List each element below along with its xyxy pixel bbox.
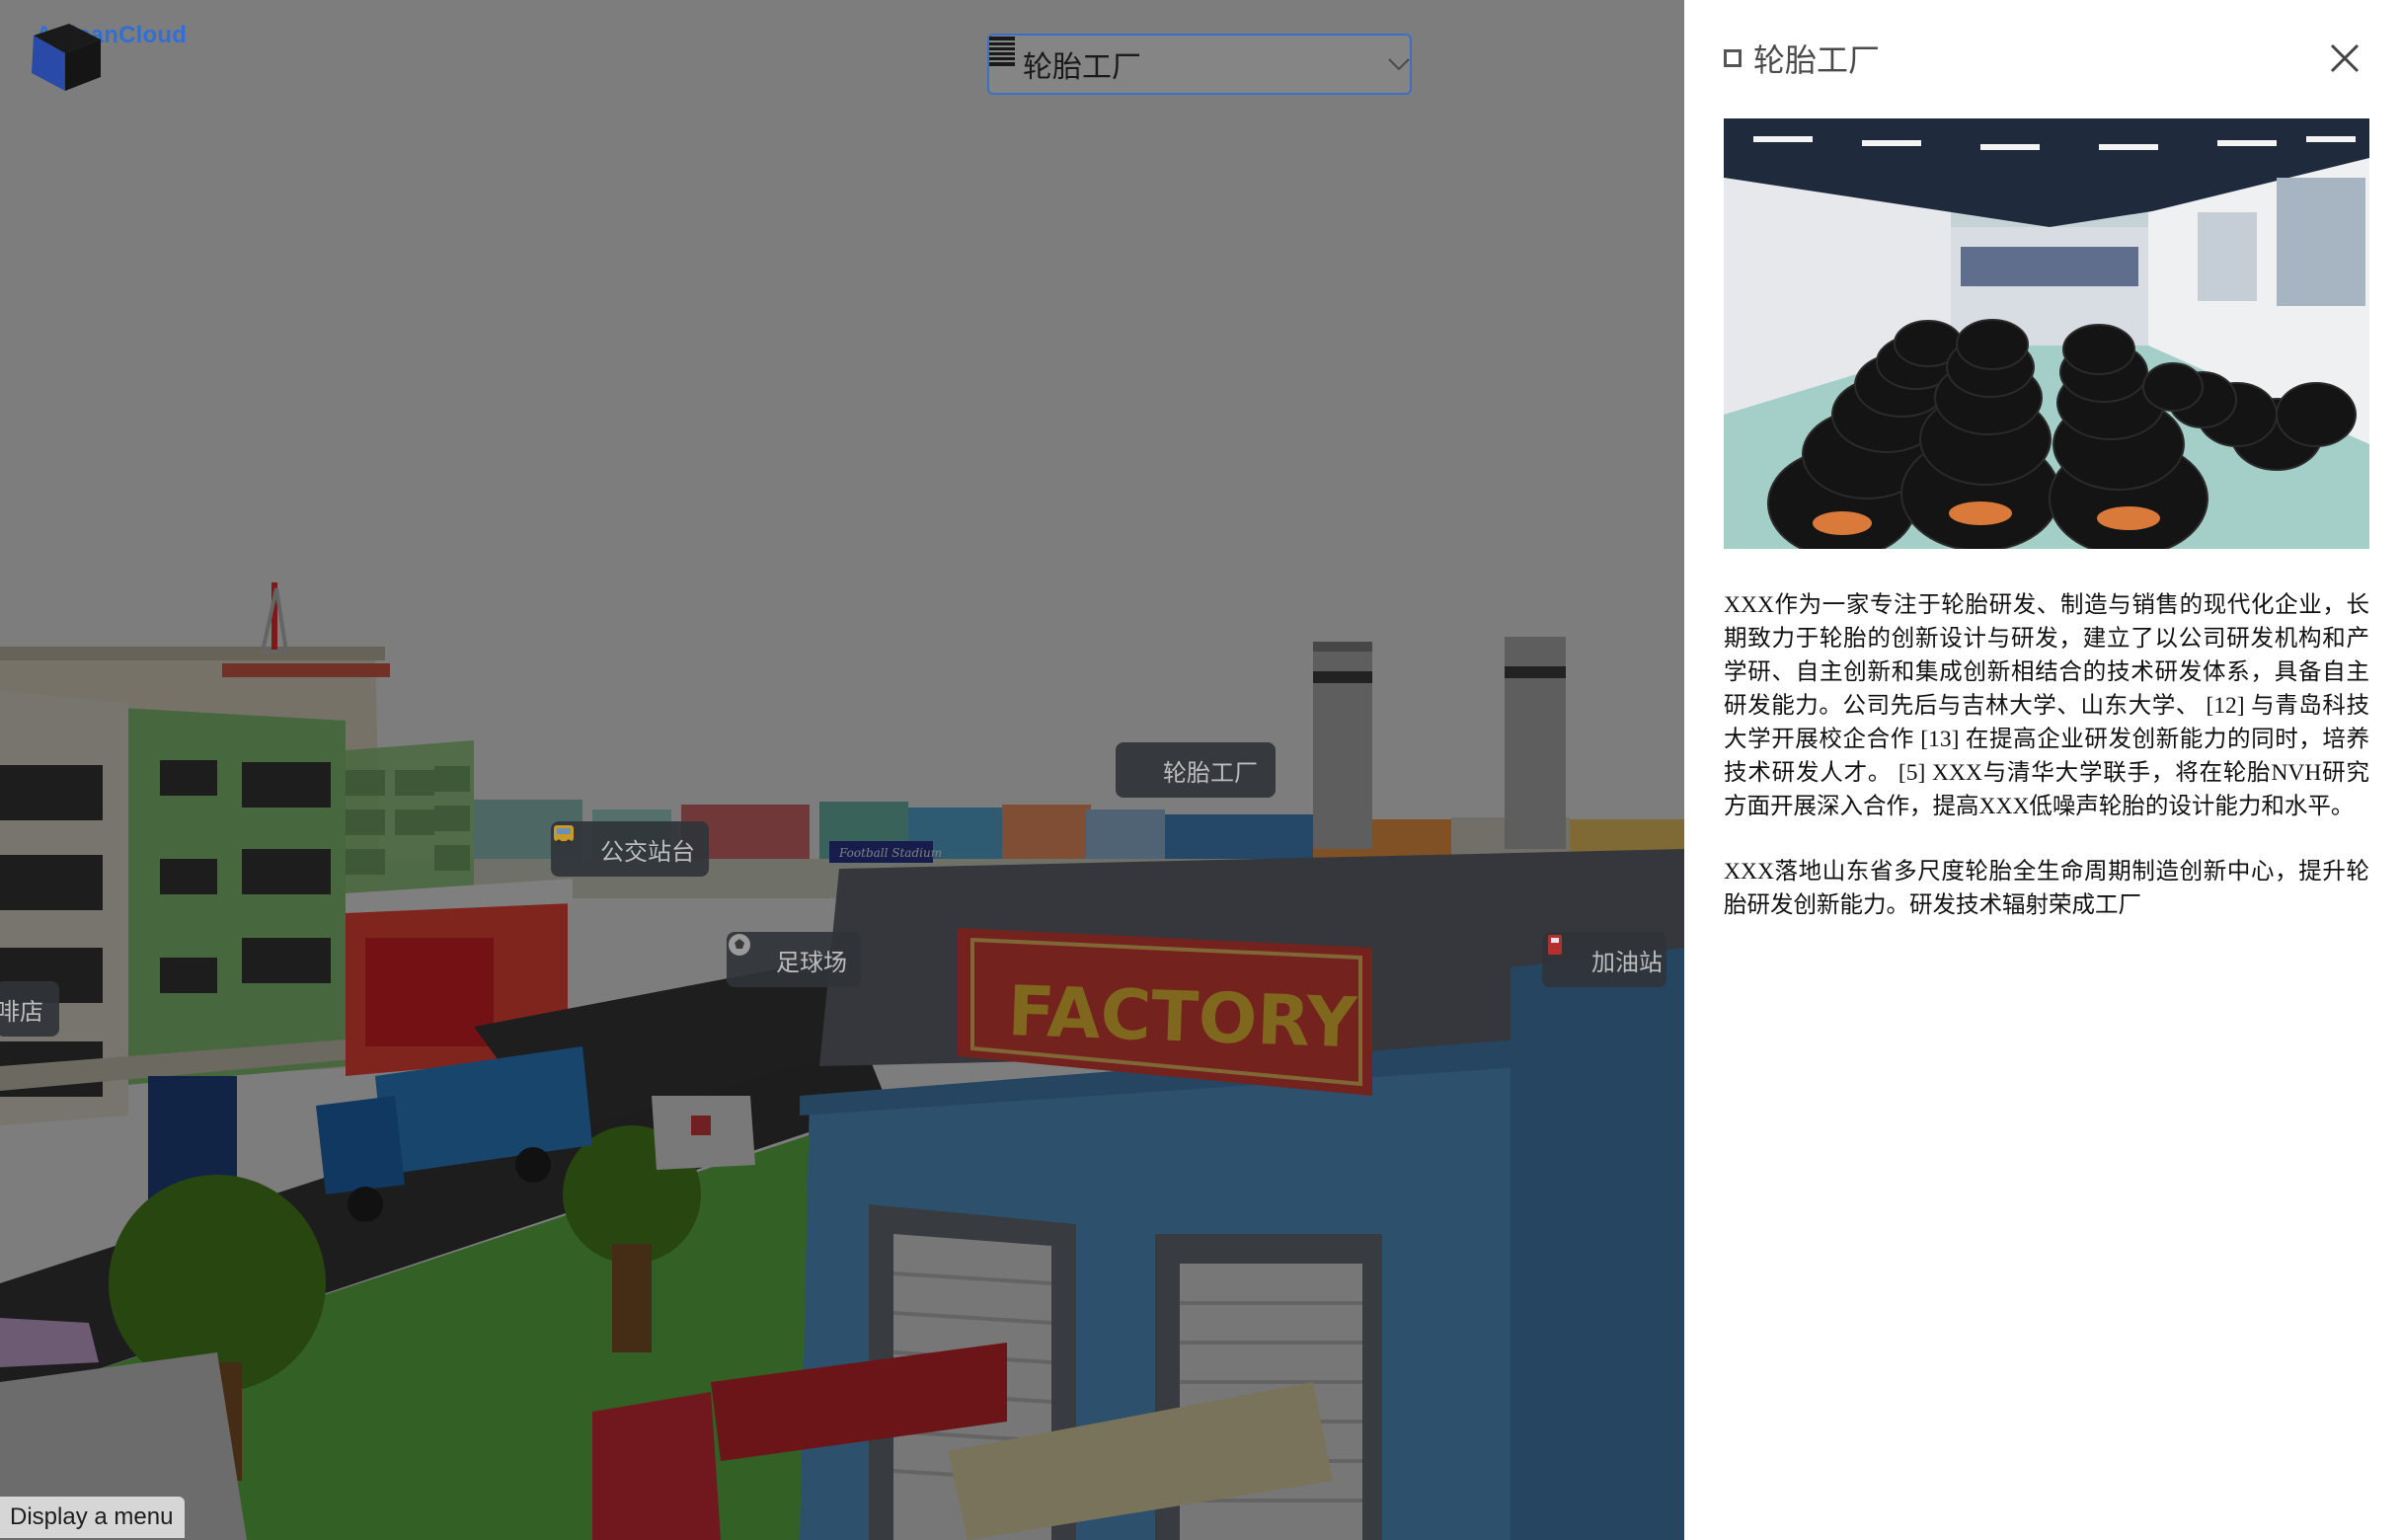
stadium-sign-text: Football Stadium	[838, 846, 942, 860]
scene-label-text: 足球场	[776, 948, 847, 976]
scene-label-tire-factory[interactable]: 轮胎工厂	[1116, 742, 1276, 798]
scene-label-football[interactable]: 足球场	[727, 932, 861, 987]
tire-showroom-photo	[1724, 118, 2369, 549]
scene-label-text: 公交站台	[600, 837, 695, 866]
gas-pump-icon	[1548, 935, 1580, 972]
square-icon	[1724, 49, 1742, 67]
city-scene-graphic: FACTORY Football Stadium	[0, 0, 1684, 1540]
scene-label-text: 加油站	[1591, 948, 1663, 976]
football-icon	[729, 934, 764, 972]
panel-paragraph: XXX作为一家专注于轮胎研发、制造与销售的现代化企业，长期致力于轮胎的创新设计与…	[1724, 592, 2369, 819]
bus-icon	[554, 825, 588, 862]
location-select-value: 轮胎工厂	[1023, 50, 1141, 85]
location-select[interactable]: 轮胎工厂	[987, 34, 1412, 95]
panel-paragraph: XXX落地山东省多尺度轮胎全生命周期制造创新中心，提升轮胎研发创新能力。研发技术…	[1724, 859, 2369, 918]
cube-logo-icon	[32, 24, 101, 91]
detail-panel: 轮胎工厂 XXX作为一家专注于轮胎研发、制造与销售的现代化企业，长期致力于轮胎的…	[1684, 0, 2401, 1540]
scene-label-text: 轮胎工厂	[1163, 758, 1258, 787]
scene-label-text: 啡店	[0, 997, 43, 1026]
panel-header: 轮胎工厂	[1724, 36, 1880, 81]
panel-title: 轮胎工厂	[1753, 41, 1881, 79]
scene-label-gas-station[interactable]: 加油站	[1542, 932, 1666, 987]
close-icon[interactable]	[2328, 41, 2362, 75]
scene-label-bus-stop[interactable]: 公交站台	[551, 821, 709, 877]
display-menu-button[interactable]: Display a menu	[0, 1497, 186, 1538]
app-logo[interactable]: ArtisanCloud	[22, 22, 187, 91]
city-scene-viewport[interactable]: FACTORY Football Stadium 公交站台 足球场 轮胎工厂 加…	[0, 0, 1684, 1540]
scene-label-cafe[interactable]: 啡店	[0, 981, 59, 1037]
panel-description: XXX作为一家专注于轮胎研发、制造与销售的现代化企业，长期致力于轮胎的创新设计与…	[1724, 588, 2369, 954]
factory-sign-text: FACTORY	[1006, 970, 1358, 1063]
